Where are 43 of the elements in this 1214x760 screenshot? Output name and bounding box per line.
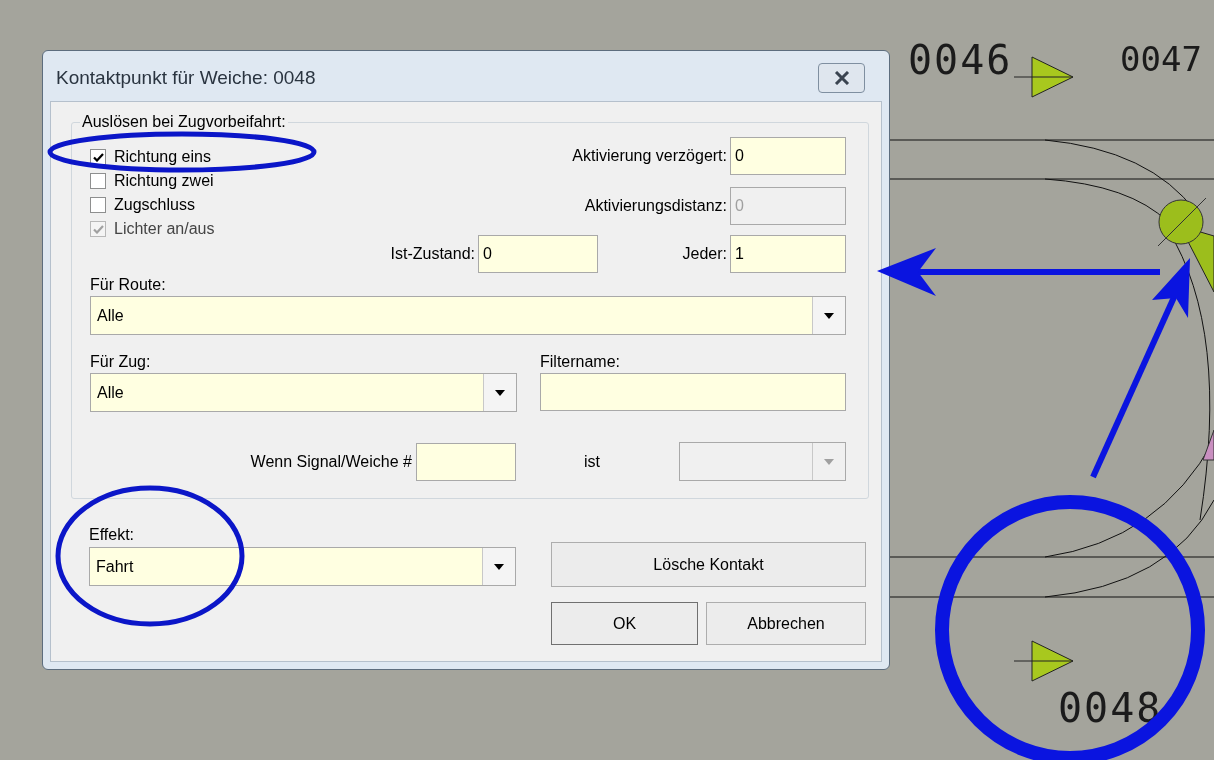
field-label: Aktivierungsdistanz: xyxy=(584,196,727,216)
close-button[interactable] xyxy=(818,63,865,93)
window-title: Kontaktpunkt für Weiche: 0048 xyxy=(56,65,316,90)
field-label: Jeder: xyxy=(681,244,727,264)
checkbox-label: Richtung zwei xyxy=(114,171,214,191)
dropdown[interactable]: Alle xyxy=(90,296,846,335)
caret-icon xyxy=(494,563,504,570)
track-label: 0048 xyxy=(1058,688,1163,728)
field-label: Filtername: xyxy=(540,353,621,370)
dropdown[interactable]: Alle xyxy=(90,373,517,412)
dropdown[interactable]: Fahrt xyxy=(89,547,516,586)
text-field[interactable] xyxy=(540,373,846,411)
checkmark-icon xyxy=(92,152,104,162)
checkmark-icon xyxy=(92,224,104,234)
field-label: Für Zug: xyxy=(90,353,151,370)
field-label: Aktivierung verzögert: xyxy=(572,146,727,166)
caret-icon xyxy=(495,389,505,396)
checkbox[interactable] xyxy=(90,149,106,165)
text-field[interactable]: 0 xyxy=(478,235,598,273)
track-label: 0047 xyxy=(1120,42,1202,76)
checkbox-label: Zugschluss xyxy=(114,195,195,215)
delete-contact-button[interactable]: Lösche Kontakt xyxy=(551,542,866,587)
field-label: Für Route: xyxy=(90,276,166,293)
field-label: ist xyxy=(583,451,600,472)
group-label: Auslösen bei Zugvorbeifahrt: xyxy=(80,112,288,132)
text-field[interactable]: 0 xyxy=(730,137,846,175)
cancel-button[interactable]: Abbrechen xyxy=(706,602,866,645)
checkbox[interactable] xyxy=(90,197,106,213)
close-icon xyxy=(833,71,850,85)
signal-icon xyxy=(1014,56,1074,98)
field-label: Ist-Zustand: xyxy=(390,244,475,264)
checkbox[interactable] xyxy=(90,173,106,189)
field-label: Wenn Signal/Weiche # xyxy=(249,451,413,472)
signal-icon xyxy=(1014,640,1074,682)
caret-icon xyxy=(824,312,834,319)
text-field[interactable]: 1 xyxy=(730,235,846,273)
ok-button[interactable]: OK xyxy=(551,602,698,645)
track-label: 0046 xyxy=(908,40,1013,80)
checkbox-label: Lichter an/aus xyxy=(114,219,215,239)
text-field[interactable] xyxy=(415,442,516,481)
field-label: Effekt: xyxy=(89,526,135,543)
checkbox-label: Richtung eins xyxy=(114,147,211,167)
caret-icon xyxy=(824,458,834,465)
